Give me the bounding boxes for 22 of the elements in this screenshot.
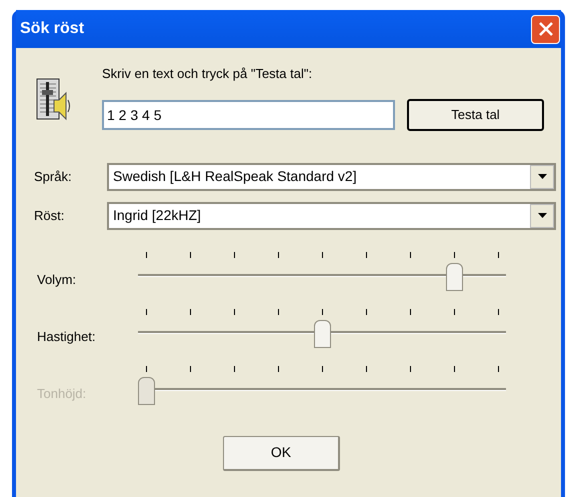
slider-thumb[interactable] [314,320,331,348]
dropdown[interactable]: Ingrid [22kHZ] [107,202,556,230]
dropdown-arrow-button[interactable] [530,164,554,188]
speaker-slider-icon [36,78,72,122]
text-input[interactable]: 1 2 3 4 5 [102,100,395,130]
close-icon [538,21,554,37]
slider-label: Hastighet: [36,328,97,346]
caret-icon [538,174,546,179]
slider-label: Volym: [36,271,78,290]
dropdown-label: Språk: [33,168,73,186]
dropdown-label: Röst: [33,206,66,225]
slider-thumb[interactable] [446,262,463,290]
window-title: Sök röst [20,19,84,39]
dropdown[interactable]: Swedish [L&H RealSpeak Standard v2] [107,162,556,190]
test-button[interactable]: Testa tal [407,98,544,130]
ok-button[interactable]: OK [223,436,340,470]
caret-icon [538,213,546,218]
close-button[interactable] [531,14,560,44]
dropdown-value: Swedish [L&H RealSpeak Standard v2] [112,167,357,186]
dropdown-arrow-button[interactable] [530,204,554,228]
dropdown-value: Ingrid [22kHZ] [112,206,201,225]
instruction-text: Skriv en text och tryck på "Testa tal": [102,65,314,83]
